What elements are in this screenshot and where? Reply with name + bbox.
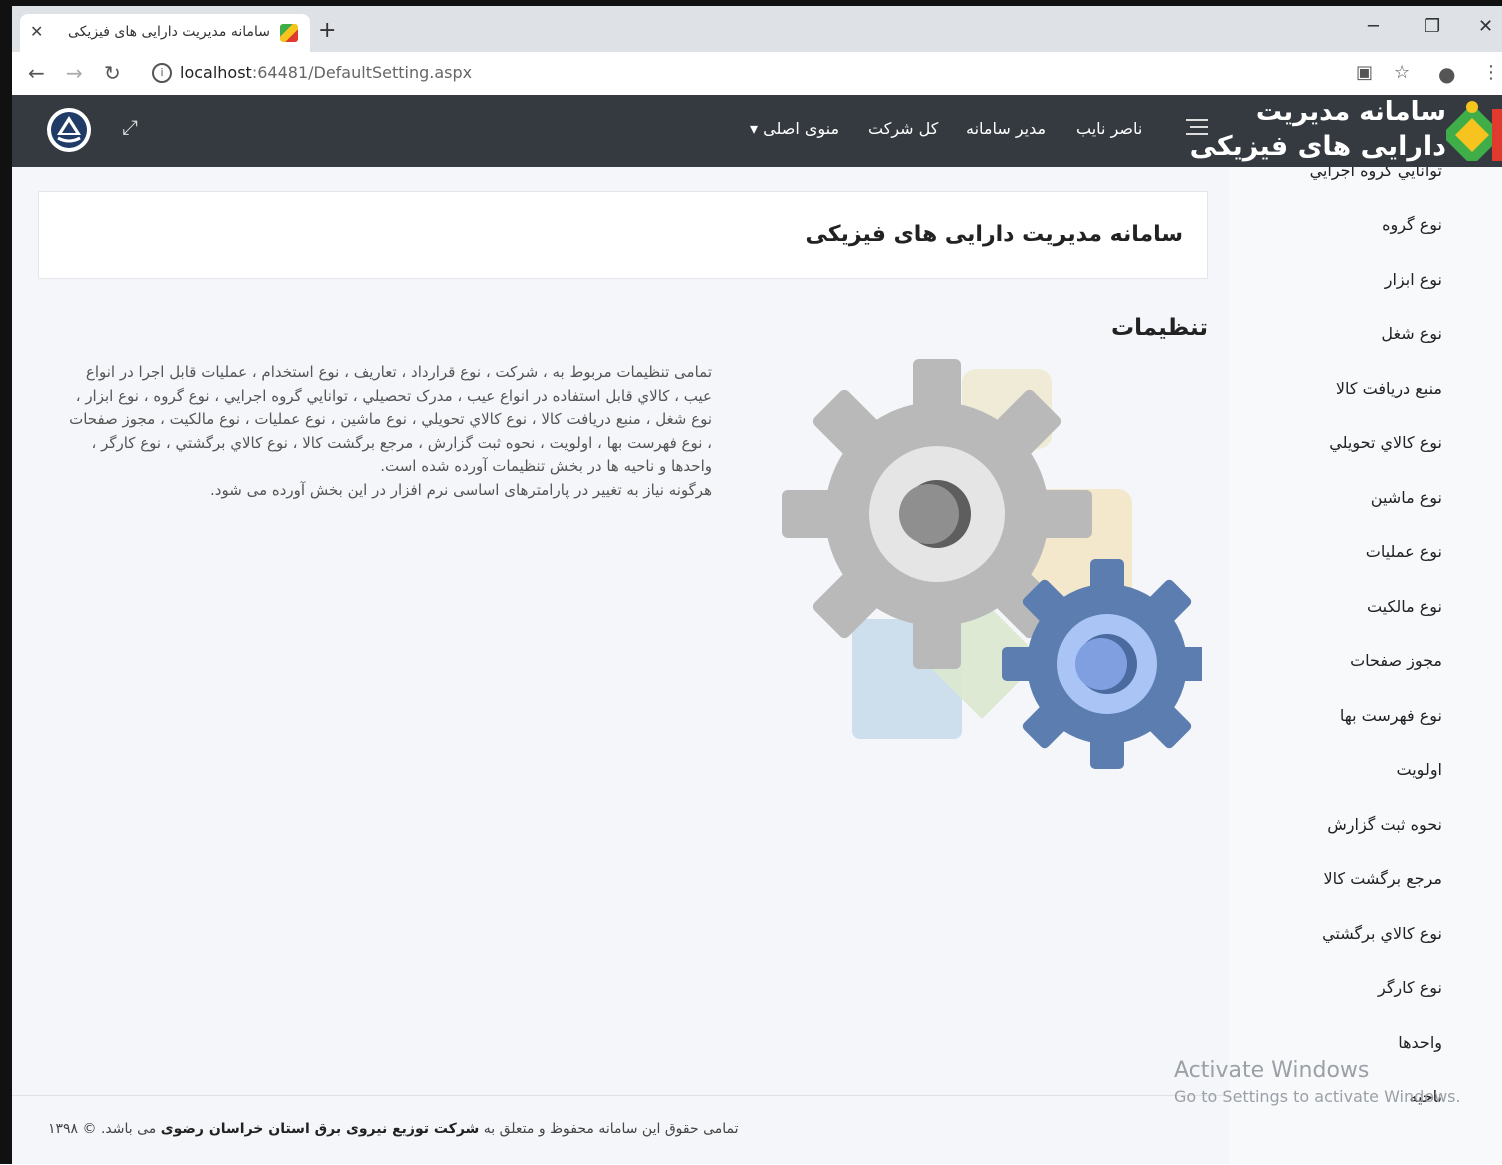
info-icon[interactable]: i bbox=[152, 63, 172, 83]
app-navbar: سامانه مدیریت دارایی های فیزیکی ناصر نای… bbox=[12, 95, 1502, 167]
description-line1: تمامی تنظیمات مربوط به ، شرکت ، نوع قرار… bbox=[69, 363, 712, 475]
translate-icon[interactable]: ▣ bbox=[1356, 62, 1373, 83]
sidebar-item[interactable]: مرجع برگشت کالا bbox=[1324, 869, 1442, 888]
footer-prefix: تمامی حقوق این سامانه محفوظ و متعلق به bbox=[483, 1121, 739, 1137]
watermark-subtitle: Go to Settings to activate Windows. bbox=[1174, 1087, 1461, 1106]
activation-watermark: Activate Windows Go to Settings to activ… bbox=[1174, 1058, 1461, 1106]
window-close-icon[interactable]: ✕ bbox=[1478, 16, 1493, 37]
brand-line1: سامانه مدیریت bbox=[1255, 97, 1446, 127]
minimize-icon[interactable]: ─ bbox=[1368, 16, 1379, 37]
sidebar-item[interactable]: نوع مالکيت bbox=[1367, 597, 1442, 616]
address-bar[interactable]: i localhost:64481/DefaultSetting.aspx bbox=[142, 58, 1442, 88]
tab-title: سامانه مدیریت دارایی های فیزیکی bbox=[68, 24, 270, 40]
sidebar-item[interactable]: نوع ابزار bbox=[1385, 270, 1442, 289]
expand-icon[interactable]: ⤢ bbox=[122, 115, 138, 139]
sidebar-item[interactable]: واحدها bbox=[1398, 1033, 1442, 1052]
brand[interactable]: سامانه مدیریت دارایی های فیزیکی bbox=[1190, 97, 1446, 165]
sidebar-item[interactable]: توانایي گروه اجرایي bbox=[1310, 167, 1442, 180]
description-line2: هرگونه نیاز به تغییر در پارامترهای اساسی… bbox=[210, 480, 712, 499]
close-icon[interactable]: ✕ bbox=[30, 22, 43, 41]
sidebar-item[interactable]: اولويت bbox=[1397, 760, 1442, 779]
url-host: localhost bbox=[180, 63, 252, 82]
nav-user[interactable]: ناصر نایب bbox=[1076, 119, 1142, 138]
footer-company[interactable]: شرکت توزیع نیروی برق استان خراسان رضوی bbox=[161, 1121, 480, 1137]
sidebar-item[interactable]: نوع کالاي تحويلي bbox=[1329, 433, 1442, 452]
sidebar-item[interactable]: نوع عمليات bbox=[1366, 542, 1442, 561]
reload-icon[interactable]: ↻ bbox=[104, 61, 121, 85]
restore-icon[interactable]: ❐ bbox=[1424, 16, 1440, 37]
nav-company[interactable]: کل شرکت bbox=[868, 119, 938, 138]
window-frame-left bbox=[0, 0, 12, 1164]
sidebar-item[interactable]: نوع فهرست بها bbox=[1340, 706, 1442, 725]
brand-logo-icon bbox=[1446, 101, 1502, 161]
back-icon[interactable]: ← bbox=[28, 61, 45, 85]
sidebar-item[interactable]: منبع دريافت کالا bbox=[1336, 379, 1442, 398]
page-title: سامانه مدیریت دارایی های فیزیکی bbox=[805, 222, 1183, 247]
nav-role[interactable]: مدیر سامانه bbox=[966, 119, 1046, 138]
section-title: تنظیمات bbox=[1111, 315, 1208, 341]
plus-icon[interactable]: + bbox=[318, 18, 336, 43]
footer-copyright: تمامی حقوق این سامانه محفوظ و متعلق به ش… bbox=[48, 1121, 739, 1137]
footer: تمامی حقوق این سامانه محفوظ و متعلق به ش… bbox=[12, 1095, 1230, 1165]
sidebar: توانایي گروه اجرایي نوع گروه نوع ابزار ن… bbox=[1230, 167, 1502, 1164]
sidebar-item[interactable]: نوع گروه bbox=[1382, 215, 1442, 234]
url-text: localhost:64481/DefaultSetting.aspx bbox=[180, 63, 472, 82]
sidebar-item[interactable]: نحوه ثبت گزارش bbox=[1327, 815, 1442, 834]
main-content: سامانه مدیریت دارایی های فیزیکی تنظیمات … bbox=[12, 167, 1230, 1164]
sidebar-item[interactable]: نوع شغل bbox=[1381, 324, 1442, 343]
sidebar-item[interactable]: نوع ماشين bbox=[1371, 488, 1442, 507]
footer-suffix: می باشد. © ۱۳۹۸ bbox=[48, 1121, 157, 1137]
kebab-icon[interactable]: ⋮ bbox=[1482, 62, 1500, 83]
title-card: سامانه مدیریت دارایی های فیزیکی bbox=[38, 191, 1208, 279]
browser-tabstrip: سامانه مدیریت دارایی های فیزیکی ✕ + ─ ❐ … bbox=[12, 6, 1502, 52]
brand-line2: دارایی های فیزیکی bbox=[1189, 131, 1446, 162]
description: تمامی تنظیمات مربوط به ، شرکت ، نوع قرار… bbox=[62, 361, 712, 502]
app-logo-icon[interactable] bbox=[46, 107, 92, 153]
forward-icon[interactable]: → bbox=[66, 61, 83, 85]
browser-tab[interactable]: سامانه مدیریت دارایی های فیزیکی ✕ bbox=[20, 14, 310, 52]
sidebar-item[interactable]: نوع کالاي برگشتي bbox=[1322, 924, 1442, 943]
account-icon[interactable]: ● bbox=[1438, 62, 1455, 86]
watermark-title: Activate Windows bbox=[1174, 1058, 1370, 1083]
star-icon[interactable]: ☆ bbox=[1394, 62, 1410, 83]
favicon-icon bbox=[280, 24, 298, 42]
sidebar-item[interactable]: نوع کارگر bbox=[1378, 978, 1442, 997]
nav-main-menu[interactable]: منوی اصلی ▾ bbox=[750, 119, 839, 138]
browser-toolbar: ← → ↻ i localhost:64481/DefaultSetting.a… bbox=[12, 52, 1502, 96]
sidebar-item[interactable]: مجوز صفحات bbox=[1350, 651, 1442, 670]
gears-illustration bbox=[782, 359, 1202, 769]
url-path: :64481/DefaultSetting.aspx bbox=[251, 63, 473, 82]
hamburger-icon[interactable] bbox=[1186, 117, 1208, 137]
